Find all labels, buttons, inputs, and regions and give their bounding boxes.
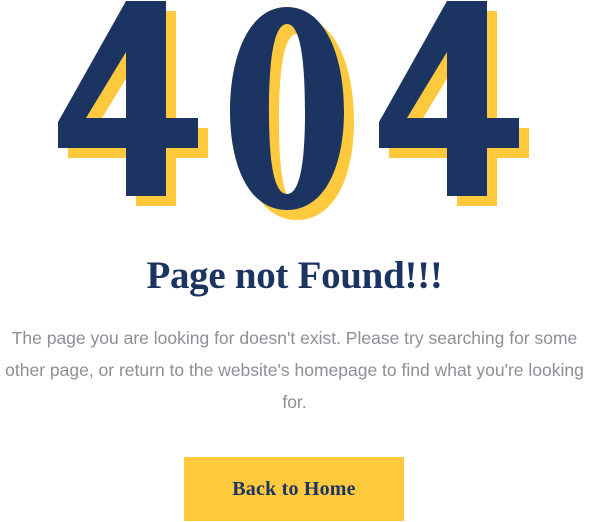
back-to-home-button[interactable]: Back to Home: [184, 457, 404, 521]
page-title: Page not Found!!!: [146, 254, 443, 297]
error-code-graphic: 404: [0, 0, 589, 222]
error-message: The page you are looking for doesn't exi…: [5, 328, 584, 412]
